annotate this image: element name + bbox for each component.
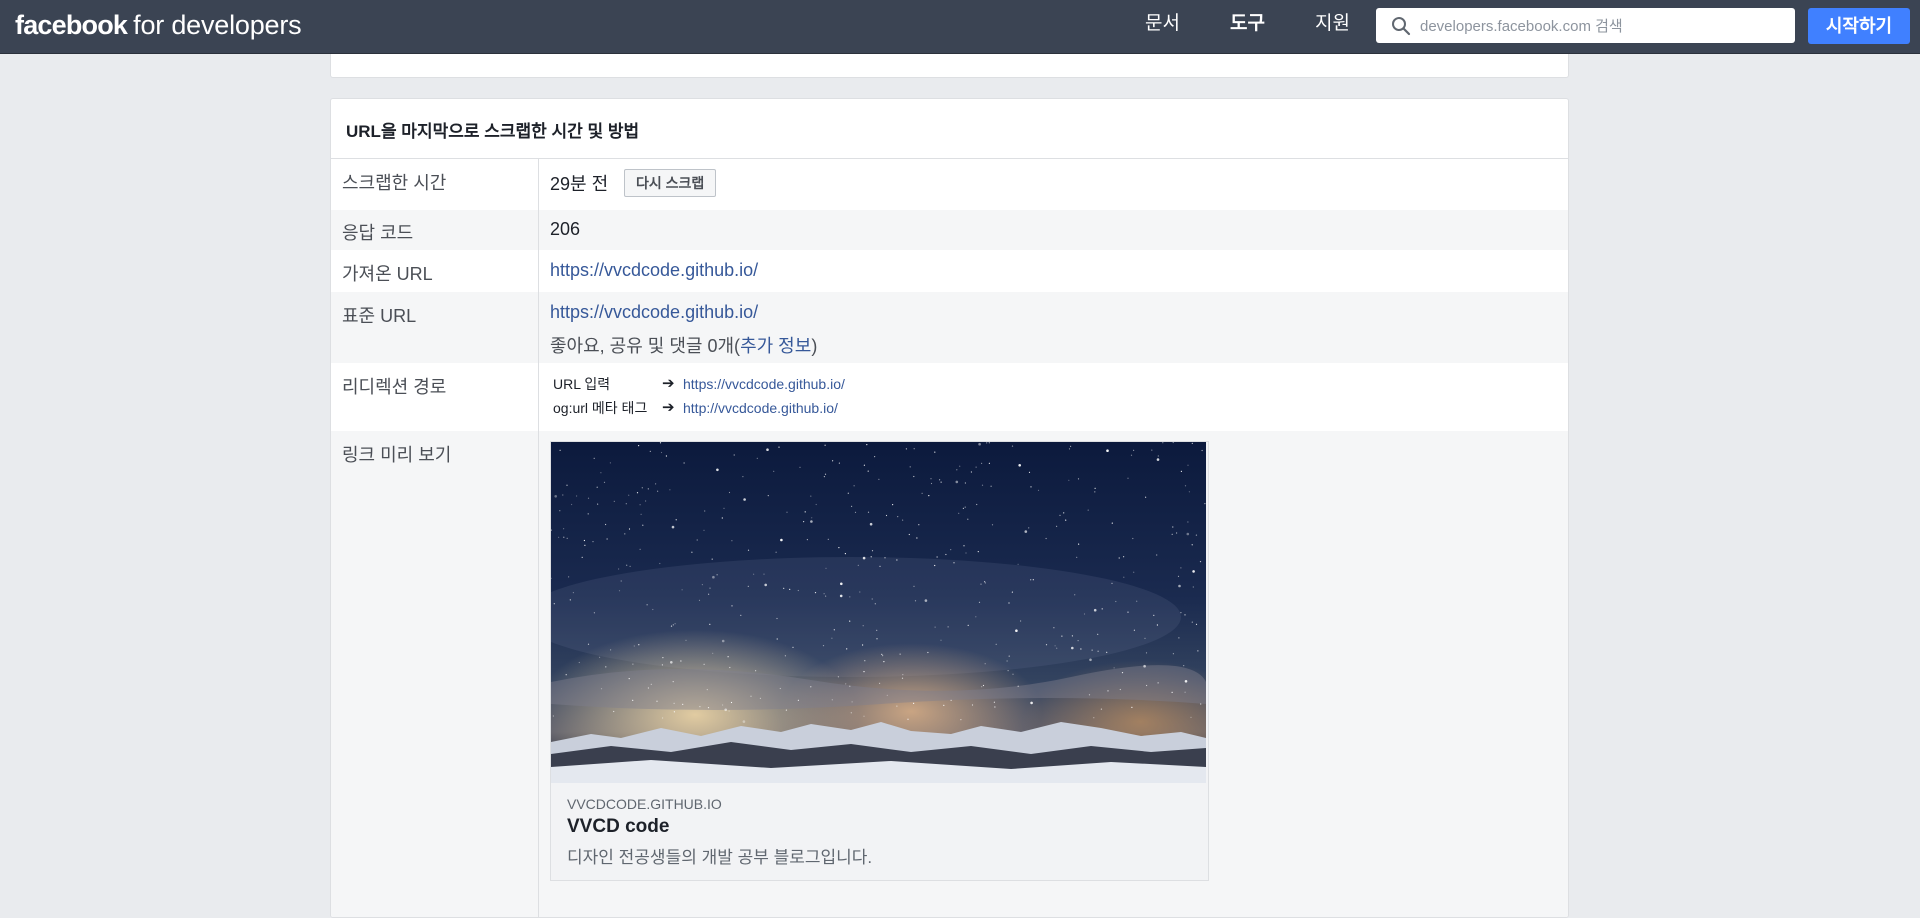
redirect-key: og:url 메타 태그 xyxy=(553,400,648,416)
label-redirect-path: 리디렉션 경로 xyxy=(331,363,539,431)
fetched-url-link[interactable]: https://vvcdcode.github.io/ xyxy=(550,260,758,281)
redirect-url-link[interactable]: https://vvcdcode.github.io/ xyxy=(683,372,845,396)
link-preview-card[interactable]: VVCDCODE.GITHUB.IO VVCD code 디자인 전공생들의 개… xyxy=(550,441,1209,881)
get-started-button[interactable]: 시작하기 xyxy=(1808,8,1910,44)
redirect-key: URL 입력 xyxy=(553,376,611,392)
rescrape-button[interactable]: 다시 스크랩 xyxy=(624,169,717,197)
label-canonical-url: 표준 URL xyxy=(331,292,539,363)
brand-logo[interactable]: facebook for developers xyxy=(15,9,302,41)
more-info-link[interactable]: 추가 정보 xyxy=(740,336,811,356)
row-scraped-time: 스크랩한 시간 29분 전 다시 스크랩 xyxy=(331,159,1568,210)
value-canonical-url-cell: https://vvcdcode.github.io/ 좋아요, 공유 및 댓글… xyxy=(550,292,1558,363)
preview-description: 디자인 전공생들의 개발 공부 블로그입니다. xyxy=(567,848,873,867)
starry-night-image xyxy=(551,442,1206,783)
brand-for-developers: for developers xyxy=(133,10,302,40)
row-fetched-url: 가져온 URL https://vvcdcode.github.io/ xyxy=(331,250,1568,292)
arrow-right-icon: ➔ xyxy=(662,375,675,392)
top-nav-bar: facebookfor developers 문서 도구 지원 시작하기 xyxy=(0,0,1920,54)
redirect-url-link[interactable]: http://vvcdcode.github.io/ xyxy=(683,396,838,420)
brand-facebook: facebook xyxy=(15,10,128,40)
previous-panel xyxy=(330,54,1569,78)
value-response-code-cell: 206 xyxy=(550,210,1558,250)
value-fetched-url-cell: https://vvcdcode.github.io/ xyxy=(550,250,1558,292)
label-fetched-url: 가져온 URL xyxy=(331,250,539,292)
value-link-preview-cell: VVCDCODE.GITHUB.IO VVCD code 디자인 전공생들의 개… xyxy=(550,431,1558,917)
row-canonical-url: 표준 URL https://vvcdcode.github.io/ 좋아요, … xyxy=(331,292,1568,363)
engagement-stats-text: 좋아요, 공유 및 댓글 0개( xyxy=(550,336,741,356)
search-icon xyxy=(1392,17,1411,36)
arrow-right-icon: ➔ xyxy=(662,399,675,416)
label-link-preview: 링크 미리 보기 xyxy=(331,431,539,917)
nav-docs[interactable]: 문서 xyxy=(1145,12,1180,36)
nav-tools[interactable]: 도구 xyxy=(1230,12,1265,36)
row-redirect-path: 리디렉션 경로 URL 입력 ➔ https://vvcdcode.github… xyxy=(331,363,1568,431)
label-scraped-time: 스크랩한 시간 xyxy=(331,159,539,210)
value-redirect-path-cell: URL 입력 ➔ https://vvcdcode.github.io/ og:… xyxy=(550,363,1558,431)
preview-image xyxy=(551,442,1206,783)
engagement-stats-close: ) xyxy=(811,336,818,356)
panel-title: URL을 마지막으로 스크랩한 시간 및 방법 xyxy=(331,99,1568,159)
value-response-code: 206 xyxy=(550,219,581,239)
row-response-code: 응답 코드 206 xyxy=(331,210,1568,250)
nav-support[interactable]: 지원 xyxy=(1315,12,1350,36)
scrape-info-panel: URL을 마지막으로 스크랩한 시간 및 방법 스크랩한 시간 29분 전 다시… xyxy=(330,98,1569,918)
value-scraped-time: 29분 전 xyxy=(550,174,609,194)
row-link-preview: 링크 미리 보기 VVCDCODE.GITHUB.IO VVCD code 디자… xyxy=(331,431,1568,917)
canonical-url-link[interactable]: https://vvcdcode.github.io/ xyxy=(550,302,758,323)
engagement-stats: 좋아요, 공유 및 댓글 0개(추가 정보) xyxy=(550,332,817,358)
preview-domain: VVCDCODE.GITHUB.IO xyxy=(567,796,722,812)
search-box[interactable] xyxy=(1376,8,1795,45)
search-input[interactable] xyxy=(1418,8,1792,45)
value-scraped-time-cell: 29분 전 다시 스크랩 xyxy=(550,159,1558,210)
preview-title: VVCD code xyxy=(567,816,670,837)
label-response-code: 응답 코드 xyxy=(331,210,539,250)
